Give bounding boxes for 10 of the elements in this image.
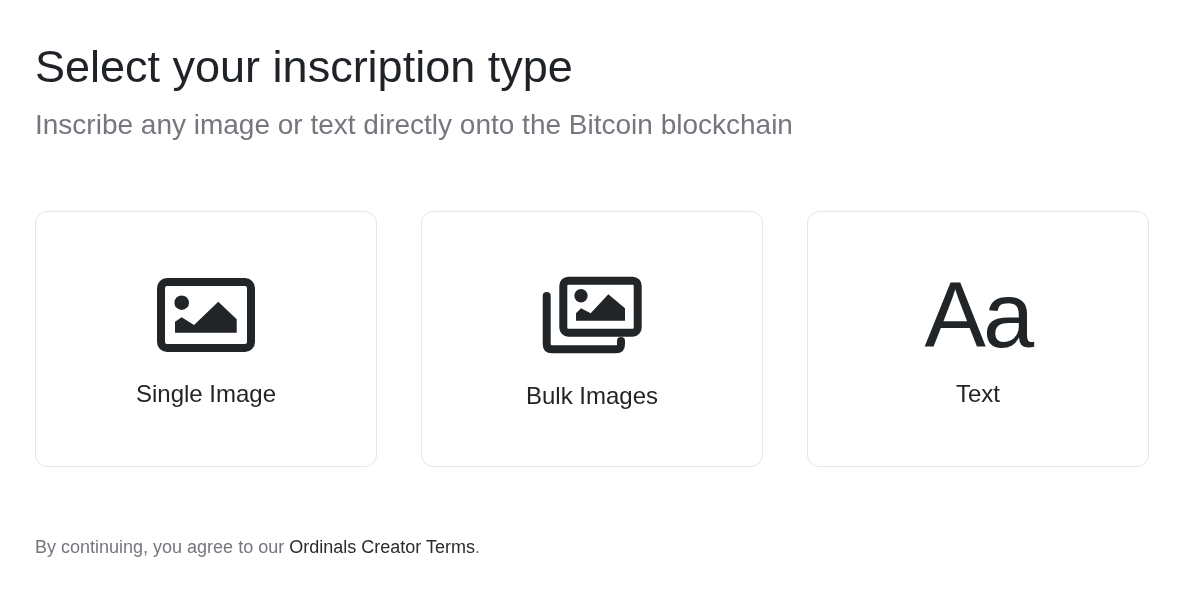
inscription-type-option[interactable]: Single Image — [35, 211, 377, 467]
image-icon — [157, 278, 255, 352]
inscription-type-option[interactable]: Aa Text — [807, 211, 1149, 467]
terms-link[interactable]: Ordinals Creator Terms — [289, 537, 475, 557]
page-subtitle: Inscribe any image or text directly onto the Bitcoin blockchain — [35, 108, 793, 142]
text-type-icon: Aa — [924, 278, 1032, 352]
inscription-type-option[interactable]: Bulk Images — [421, 211, 763, 467]
terms-notice: By continuing, you agree to our Ordinals Creator Terms. — [35, 536, 480, 559]
page-title: Select your inscription type — [35, 41, 573, 93]
images-stack-icon — [542, 276, 642, 354]
